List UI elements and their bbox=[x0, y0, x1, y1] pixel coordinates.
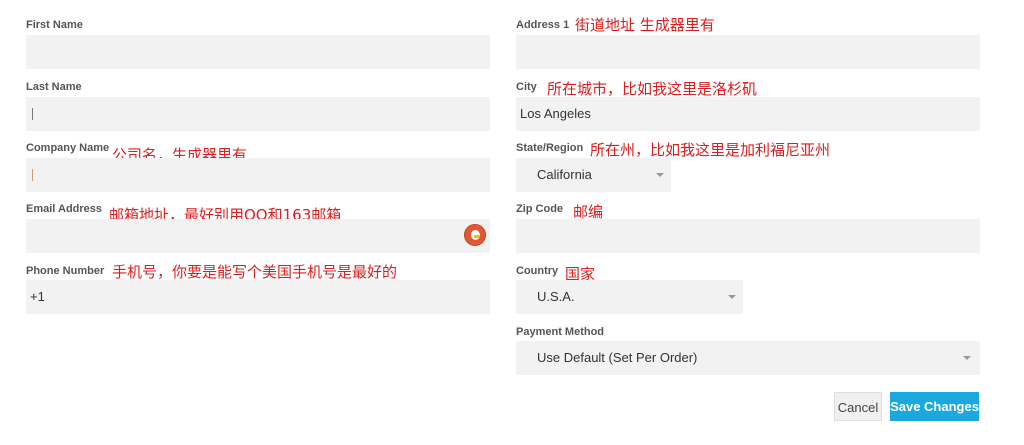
city-label: City bbox=[516, 81, 537, 93]
last-name-label: Last Name bbox=[26, 81, 82, 93]
phone-number-input[interactable]: +1 bbox=[26, 280, 490, 314]
first-name-label: First Name bbox=[26, 19, 83, 31]
state-select[interactable]: California bbox=[516, 158, 671, 192]
caret-down-icon bbox=[656, 173, 664, 177]
address1-label: Address 1 bbox=[516, 19, 570, 31]
state-note: 所在州，比如我这里是加利福尼亚州 bbox=[590, 141, 831, 159]
payment-method-value: Use Default (Set Per Order) bbox=[537, 350, 698, 365]
state-value: California bbox=[537, 167, 592, 182]
country-select[interactable]: U.S.A. bbox=[516, 280, 743, 314]
phone-number-note: 手机号，你要是能写个美国手机号是最好的 bbox=[112, 263, 398, 281]
country-value: U.S.A. bbox=[537, 289, 575, 304]
state-label: State/Region bbox=[516, 142, 584, 154]
duckduckgo-icon[interactable] bbox=[464, 224, 486, 246]
payment-method-label: Payment Method bbox=[516, 326, 605, 338]
address1-note: 街道地址 生成器里有 bbox=[575, 16, 715, 34]
first-name-input[interactable] bbox=[26, 35, 490, 69]
text-cursor bbox=[32, 169, 33, 181]
city-note: 所在城市，比如我这里是洛杉矶 bbox=[547, 80, 758, 98]
city-input[interactable]: Los Angeles bbox=[516, 97, 980, 131]
caret-down-icon bbox=[728, 295, 736, 299]
save-changes-button[interactable]: Save Changes bbox=[890, 392, 979, 421]
caret-down-icon bbox=[963, 356, 971, 360]
payment-method-select[interactable]: Use Default (Set Per Order) bbox=[516, 341, 980, 375]
email-address-input[interactable] bbox=[26, 219, 490, 253]
last-name-input[interactable] bbox=[26, 97, 490, 131]
email-address-label: Email Address bbox=[26, 203, 103, 215]
phone-number-label: Phone Number bbox=[26, 265, 105, 277]
company-name-label: Company Name bbox=[26, 142, 110, 154]
zip-code-label: Zip Code bbox=[516, 203, 564, 215]
company-name-input[interactable] bbox=[26, 158, 490, 192]
country-label: Country bbox=[516, 265, 559, 277]
text-cursor bbox=[32, 108, 33, 120]
cancel-button[interactable]: Cancel bbox=[834, 392, 882, 421]
address1-input[interactable] bbox=[516, 35, 980, 69]
duckduckgo-beak bbox=[474, 235, 480, 238]
zip-code-input[interactable] bbox=[516, 219, 980, 253]
